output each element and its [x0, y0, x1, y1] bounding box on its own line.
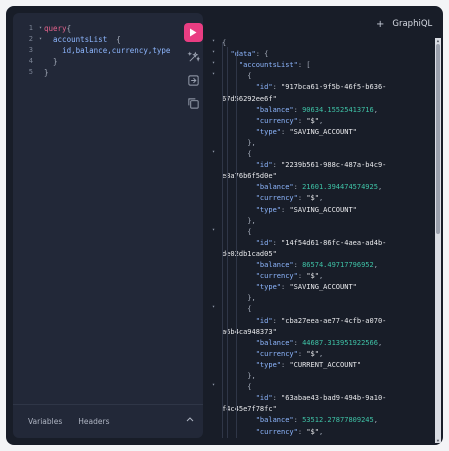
fold-arrow-icon[interactable]: ▾: [39, 34, 42, 45]
field-accounts-list: accountsList: [53, 35, 108, 44]
account-type-line: "type": "CURRENT_ACCOUNT": [255, 360, 362, 369]
account-id: "63abae43-bad9-494b-9a10-: [281, 394, 387, 403]
account-type: "CURRENT_ACCOUNT": [289, 360, 362, 369]
copy-icon[interactable]: [187, 97, 200, 110]
account-id-cont: f4c45e7f78fc": [222, 405, 277, 414]
account-currency: "$": [306, 427, 319, 436]
account-balance: 86574.49717796952: [302, 261, 374, 269]
fold-arrow-icon[interactable]: ▾: [212, 382, 215, 388]
account-balance: 21601.394474574925: [302, 183, 378, 192]
account-type: "SAVING_ACCOUNT": [289, 205, 357, 214]
scroll-down-icon[interactable]: ▼: [435, 438, 441, 443]
account-id: "14f54d61-86fc-4aea-ad4b-: [281, 238, 387, 247]
account-id-line: f4c45e7f78fc": [222, 404, 277, 415]
account-balance: 44687.313951922566: [302, 338, 378, 347]
account-type-line: "type": "SAVING_ACCOUNT": [255, 205, 357, 214]
account-type-line: "type": "SAVING_ACCOUNT": [255, 283, 357, 292]
account-type: "SAVING_ACCOUNT": [289, 127, 357, 136]
account-currency: "$": [306, 194, 319, 203]
account-id: "cba27eea-ae77-4cfb-a070-: [281, 316, 387, 325]
account-id-line: "id": "917bca61-9f5b-46f5-b636-: [255, 83, 387, 92]
account-id-line: e8a76b6f5d0e": [222, 171, 277, 182]
account-balance-line: "balance": 90634.15525413716,: [255, 105, 378, 114]
account-balance-line: "balance": 21601.394474574925,: [255, 183, 383, 192]
fold-arrow-icon[interactable]: ▾: [212, 38, 215, 44]
result-panel: {▾ "data": {▾ "accountsList": [▾ {▾ "id"…: [212, 38, 437, 438]
account-id-line: 67d56292ee6f": [222, 94, 277, 105]
account-id-line: a6b4ca948373": [222, 327, 277, 338]
account-balance: 53512.27877809245: [302, 416, 374, 425]
indent-guide: [236, 52, 237, 438]
query-editor-panel: 1 ▾ 2 ▾ 3 4 5 query{ accountsList { id,bal…: [13, 13, 203, 438]
fold-arrow-icon[interactable]: ▾: [212, 71, 215, 77]
fold-arrow-icon[interactable]: ▾: [39, 23, 42, 34]
editor-bottom-bar: Variables Headers: [13, 404, 203, 438]
account-currency: "$": [306, 349, 319, 358]
account-type-line: "type": "SAVING_ACCOUNT": [255, 127, 357, 136]
account-id-line: "id": "cba27eea-ae77-4cfb-a070-: [255, 316, 387, 325]
account-currency-line: "currency": "$",: [255, 427, 324, 436]
chevron-up-icon[interactable]: [186, 416, 194, 422]
fold-arrow-icon[interactable]: ▾: [212, 149, 215, 155]
accounts-list-key: "accountsList": [238, 61, 298, 70]
account-id-line: "id": "63abae43-bad9-494b-9a10-: [255, 394, 387, 403]
scrollbar-thumb[interactable]: [436, 44, 440, 234]
graphiql-app: 1 ▾ 2 ▾ 3 4 5 query{ accountsList { id,bal…: [6, 6, 443, 445]
account-id-line: "id": "14f54d61-86fc-4aea-ad4b-: [255, 238, 387, 247]
scroll-up-icon[interactable]: ▲: [435, 38, 441, 43]
result-line: "data": {: [230, 50, 269, 59]
brand-title: GraphiQL: [392, 19, 433, 29]
query-keyword: query: [44, 24, 67, 33]
account-currency: "$": [306, 272, 319, 281]
line-number: 1 ▾: [28, 24, 42, 32]
line-number: 4: [28, 57, 33, 65]
account-id-cont: e8a76b6f5d0e": [222, 172, 277, 181]
line-number: 3: [28, 46, 33, 54]
sparkle-icon[interactable]: [186, 51, 200, 64]
account-balance-line: "balance": 44687.313951922566,: [255, 338, 383, 347]
fold-arrow-icon[interactable]: ▾: [212, 227, 215, 233]
play-icon: [190, 28, 197, 37]
indent-guide: [222, 42, 223, 438]
account-id: "917bca61-9f5b-46f5-b636-: [281, 83, 387, 92]
account-id-cont: 67d56292ee6f": [222, 94, 277, 103]
fold-arrow-icon[interactable]: ▾: [212, 49, 215, 55]
data-key: "data": [230, 50, 256, 59]
fold-arrow-icon[interactable]: ▾: [212, 60, 215, 66]
account-currency-line: "currency": "$",: [255, 194, 324, 203]
run-query-button[interactable]: [183, 23, 203, 42]
line-number: 2 ▾: [28, 35, 42, 43]
account-id: "2239b561-988c-487a-b4c9-: [281, 161, 387, 170]
account-id-cont: a6b4ca948373": [222, 327, 277, 336]
account-id-line: de02db1cad05": [222, 249, 277, 260]
account-balance-line: "balance": 53512.27877809245,: [255, 416, 378, 425]
selected-fields: id,balance,currency,type: [62, 46, 171, 55]
fold-arrow-icon[interactable]: ▾: [212, 304, 215, 310]
account-id-cont: de02db1cad05": [222, 249, 277, 258]
query-code[interactable]: query{ accountsList { id,balance,currenc…: [44, 23, 170, 78]
account-currency-line: "currency": "$",: [255, 349, 324, 358]
editor-toolbar: [179, 23, 203, 120]
line-number: 5: [28, 68, 33, 76]
account-balance-line: "balance": 86574.49717796952,: [255, 261, 378, 269]
line-number-gutter: 1 ▾ 2 ▾ 3 4 5: [13, 23, 42, 78]
account-balance: 90634.15525413716: [302, 105, 374, 114]
headers-tab[interactable]: Headers: [78, 417, 109, 426]
merge-icon[interactable]: [187, 74, 200, 87]
account-currency: "$": [306, 116, 319, 125]
account-currency-line: "currency": "$",: [255, 272, 324, 281]
plus-icon[interactable]: +: [376, 19, 384, 30]
result-scrollbar[interactable]: ▲ ▼: [435, 38, 441, 443]
variables-tab[interactable]: Variables: [28, 417, 62, 426]
account-id-line: "id": "2239b561-988c-487a-b4c9-: [255, 161, 387, 170]
indent-guide: [227, 47, 228, 438]
account-type: "SAVING_ACCOUNT": [289, 283, 357, 292]
account-currency-line: "currency": "$",: [255, 116, 324, 125]
header-right: + GraphiQL: [376, 16, 443, 32]
